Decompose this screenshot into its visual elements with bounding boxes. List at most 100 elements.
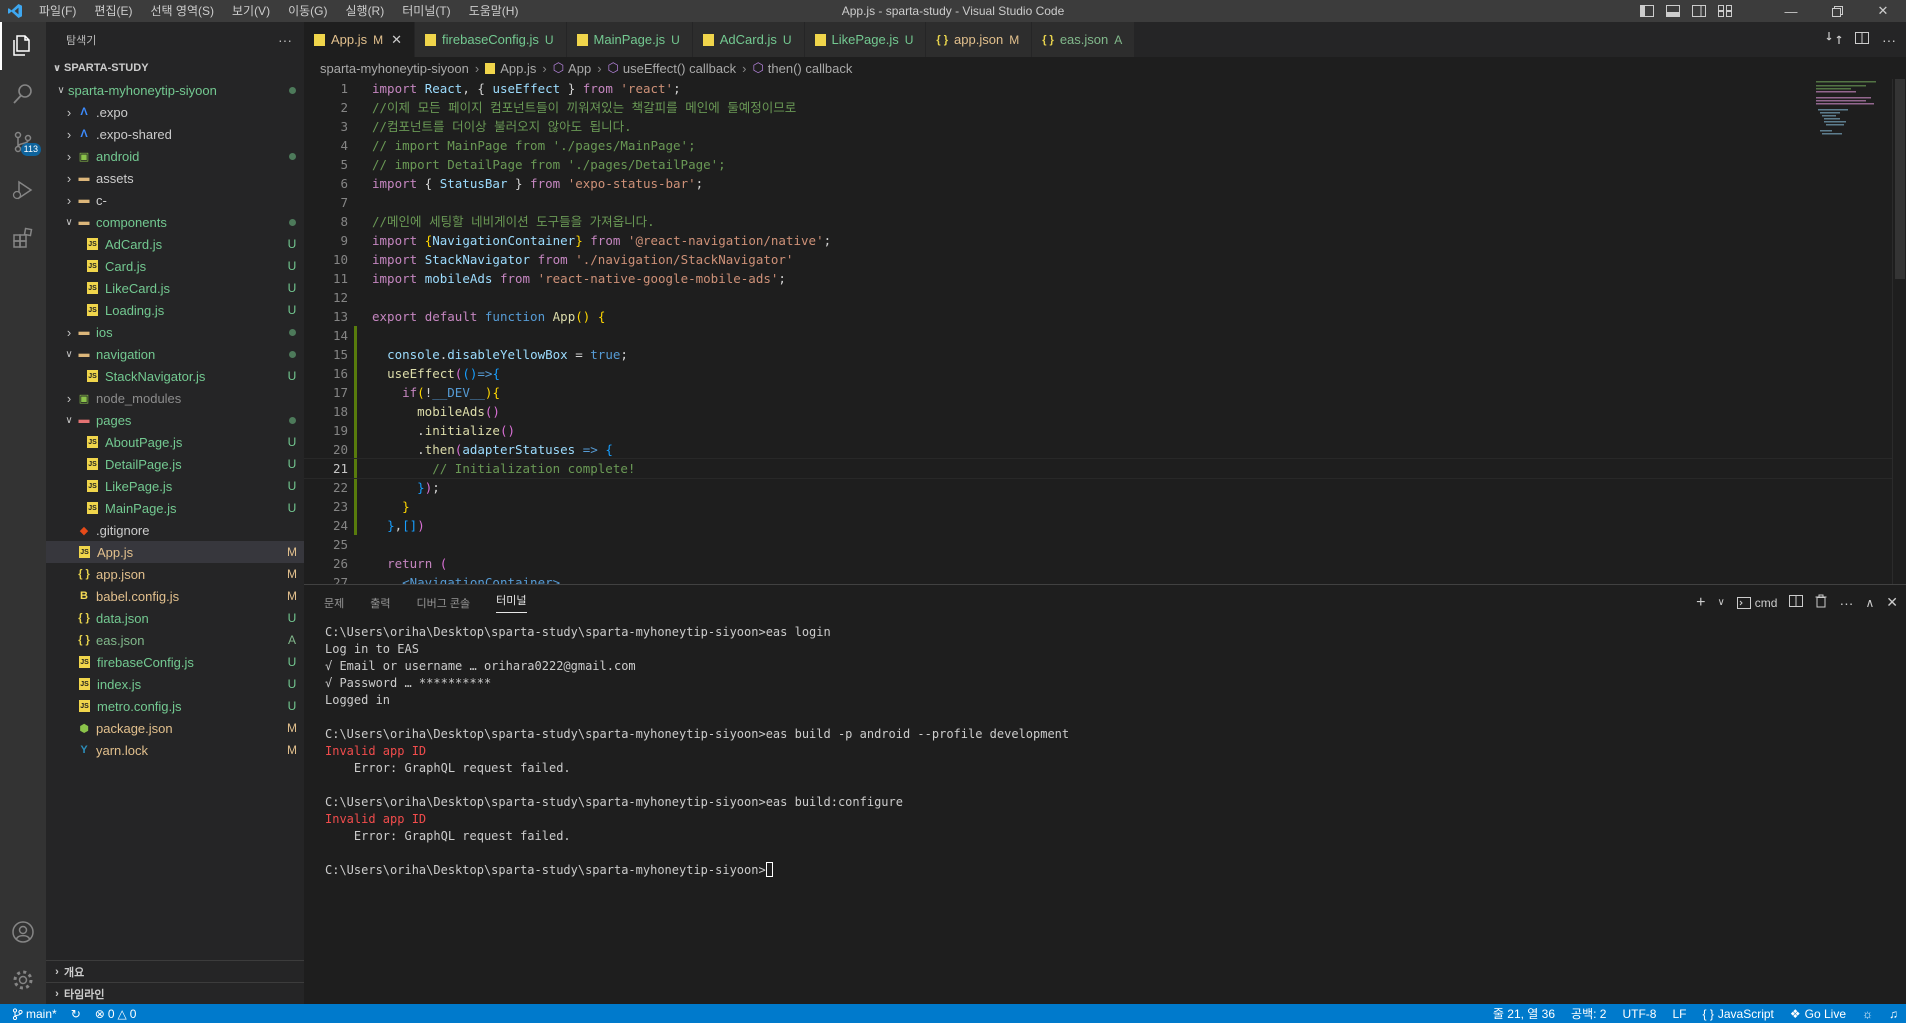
- folder-item[interactable]: ∨ sparta-myhoneytip-siyoon: [46, 79, 304, 101]
- indentation[interactable]: 공백: 2: [1571, 1005, 1606, 1022]
- more-actions-icon[interactable]: ···: [1839, 595, 1853, 611]
- search-icon[interactable]: [0, 70, 46, 118]
- folder-item[interactable]: › ▣ node_modules: [46, 387, 304, 409]
- explorer-icon[interactable]: [0, 22, 46, 70]
- file-item[interactable]: JS LikeCard.js U: [46, 277, 304, 299]
- problems-indicator[interactable]: ⊗ 0 △ 0: [95, 1007, 137, 1021]
- run-debug-icon[interactable]: [0, 166, 46, 214]
- folder-item[interactable]: ∨ ▬ navigation: [46, 343, 304, 365]
- branch-indicator[interactable]: main*: [12, 1007, 57, 1021]
- file-item[interactable]: JS DetailPage.js U: [46, 453, 304, 475]
- file-item[interactable]: JS index.js U: [46, 673, 304, 695]
- file-item[interactable]: JS App.js M: [46, 541, 304, 563]
- file-item[interactable]: JS Card.js U: [46, 255, 304, 277]
- breadcrumb-item[interactable]: useEffect() callback: [623, 61, 736, 76]
- menu-item[interactable]: 터미널(T): [393, 0, 459, 22]
- end-of-line[interactable]: LF: [1672, 1007, 1686, 1021]
- more-actions-icon[interactable]: ···: [1882, 32, 1896, 48]
- split-terminal-icon[interactable]: [1789, 594, 1804, 611]
- compare-changes-icon[interactable]: [1826, 30, 1842, 49]
- chevron-down-icon[interactable]: ∨: [1717, 597, 1724, 608]
- file-item[interactable]: ◆ .gitignore: [46, 519, 304, 541]
- file-item[interactable]: Yyarn.lock M: [46, 739, 304, 761]
- folder-item[interactable]: › Λ .expo: [46, 101, 304, 123]
- editor-tab[interactable]: { } eas.json A: [1032, 22, 1136, 57]
- file-item[interactable]: JS metro.config.js U: [46, 695, 304, 717]
- editor-scrollbar[interactable]: [1892, 79, 1906, 584]
- restore-icon[interactable]: [1814, 0, 1860, 22]
- file-item[interactable]: JS StackNavigator.js U: [46, 365, 304, 387]
- cursor-position[interactable]: 줄 21, 열 36: [1493, 1005, 1555, 1022]
- editor-tab[interactable]: App.js M ✕: [304, 22, 416, 57]
- panel-tab[interactable]: 출력: [370, 595, 390, 611]
- maximize-panel-icon[interactable]: ∧: [1865, 596, 1874, 610]
- toggle-primary-sidebar-icon[interactable]: [1634, 0, 1660, 22]
- code-editor[interactable]: 1 import React, { useEffect } from 'react…: [304, 79, 1906, 584]
- file-item[interactable]: JS AboutPage.js U: [46, 431, 304, 453]
- go-live-button[interactable]: ❖ Go Live: [1790, 1007, 1846, 1021]
- folder-item[interactable]: ∨ ▬ components: [46, 211, 304, 233]
- language-mode[interactable]: { } JavaScript: [1702, 1007, 1773, 1021]
- new-terminal-icon[interactable]: +: [1696, 594, 1705, 612]
- breadcrumb-item[interactable]: sparta-myhoneytip-siyoon: [320, 61, 469, 76]
- folder-item[interactable]: ∨ ▬ pages: [46, 409, 304, 431]
- minimize-icon[interactable]: —: [1768, 0, 1814, 22]
- folder-item[interactable]: › ▬ ios: [46, 321, 304, 343]
- file-item[interactable]: { } app.json M: [46, 563, 304, 585]
- kill-terminal-icon[interactable]: [1815, 594, 1827, 611]
- file-item[interactable]: { } data.json U: [46, 607, 304, 629]
- toggle-secondary-sidebar-icon[interactable]: [1686, 0, 1712, 22]
- file-item[interactable]: JS MainPage.js U: [46, 497, 304, 519]
- menu-item[interactable]: 파일(F): [30, 0, 85, 22]
- file-item[interactable]: { } eas.json A: [46, 629, 304, 651]
- terminal-shell-selector[interactable]: cmd: [1736, 596, 1777, 610]
- panel-tab[interactable]: 터미널: [496, 592, 527, 613]
- settings-gear-icon[interactable]: [0, 956, 46, 1004]
- menu-item[interactable]: 실행(R): [336, 0, 393, 22]
- close-tab-icon[interactable]: ✕: [391, 32, 402, 48]
- folder-item[interactable]: › ▬ c-: [46, 189, 304, 211]
- panel-tab[interactable]: 문제: [324, 595, 344, 611]
- source-control-icon[interactable]: 113: [0, 118, 46, 166]
- file-item[interactable]: JS Loading.js U: [46, 299, 304, 321]
- menu-item[interactable]: 편집(E): [85, 0, 141, 22]
- menu-item[interactable]: 도움말(H): [460, 0, 528, 22]
- close-window-icon[interactable]: ✕: [1860, 0, 1906, 22]
- terminal-output[interactable]: C:\Users\oriha\Desktop\sparta-study\spar…: [304, 620, 1906, 879]
- editor-tab[interactable]: MainPage.js U: [566, 22, 693, 57]
- more-actions-icon[interactable]: ···: [278, 32, 292, 48]
- file-item[interactable]: JS AdCard.js U: [46, 233, 304, 255]
- outline-section[interactable]: › 개요: [46, 960, 304, 982]
- breadcrumb-item[interactable]: App: [568, 61, 591, 76]
- folder-item[interactable]: › ▣ android: [46, 145, 304, 167]
- file-item[interactable]: ⬢ package.json M: [46, 717, 304, 739]
- workspace-section-header[interactable]: ∨ SPARTA-STUDY: [46, 57, 304, 79]
- extensions-icon[interactable]: [0, 214, 46, 262]
- editor-tab[interactable]: { } app.json M: [926, 22, 1033, 57]
- folder-item[interactable]: › ▬ assets: [46, 167, 304, 189]
- customize-layout-icon[interactable]: [1712, 0, 1738, 22]
- split-editor-icon[interactable]: [1854, 30, 1870, 49]
- breadcrumb-item[interactable]: App.js: [500, 61, 536, 76]
- close-panel-icon[interactable]: ✕: [1886, 594, 1898, 611]
- sync-icon[interactable]: ↻: [71, 1007, 81, 1021]
- menu-item[interactable]: 선택 영역(S): [141, 0, 223, 22]
- toggle-panel-icon[interactable]: [1660, 0, 1686, 22]
- breadcrumb-item[interactable]: then() callback: [768, 61, 853, 76]
- feedback-icon[interactable]: ☼: [1862, 1007, 1873, 1021]
- menu-item[interactable]: 보기(V): [223, 0, 279, 22]
- minimap[interactable]: [1812, 79, 1892, 584]
- encoding[interactable]: UTF-8: [1622, 1007, 1656, 1021]
- folder-item[interactable]: › Λ .expo-shared: [46, 123, 304, 145]
- file-item[interactable]: JS firebaseConfig.js U: [46, 651, 304, 673]
- account-icon[interactable]: [0, 908, 46, 956]
- editor-tab[interactable]: LikePage.js U: [804, 22, 927, 57]
- timeline-section[interactable]: › 타임라인: [46, 982, 304, 1004]
- file-item[interactable]: JS LikePage.js U: [46, 475, 304, 497]
- editor-tab[interactable]: firebaseConfig.js U: [415, 22, 567, 57]
- editor-tab[interactable]: AdCard.js U: [692, 22, 805, 57]
- panel-tab[interactable]: 디버그 콘솔: [417, 595, 471, 611]
- file-item[interactable]: Bbabel.config.js M: [46, 585, 304, 607]
- notifications-bell-icon[interactable]: ♫: [1889, 1007, 1898, 1021]
- menu-item[interactable]: 이동(G): [279, 0, 336, 22]
